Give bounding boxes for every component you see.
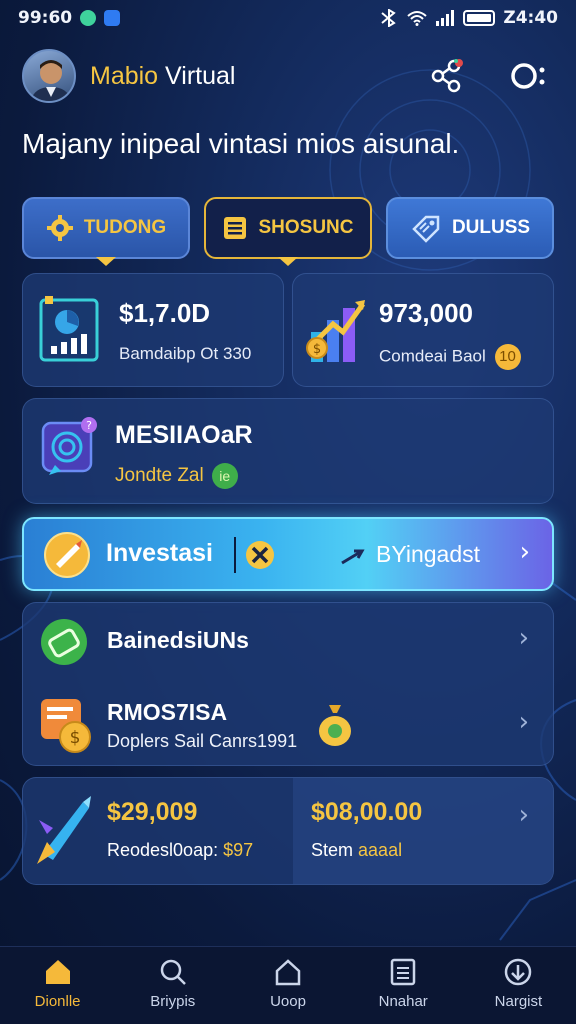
stat-card-growth[interactable]: $ 973,000 Comdeai Baol 10 [292, 273, 554, 387]
avatar[interactable] [22, 49, 76, 103]
message-title: MESIIAOaR [115, 421, 253, 449]
message-subtitle-text: Jondte Zal [115, 465, 204, 486]
tab-indicator-active [278, 257, 298, 266]
status-time: 99:60 [18, 8, 73, 28]
svg-text:$: $ [313, 342, 321, 357]
message-badge: ie [211, 463, 238, 489]
list-item-balances[interactable]: BainedsiUNs › [23, 603, 553, 681]
summary-right-value: $08,00.00 [311, 798, 423, 826]
house-outline-icon [275, 959, 301, 986]
summary-right-panel [293, 778, 553, 884]
tab-tudong[interactable]: TUDONG [22, 197, 190, 266]
settings-menu-icon[interactable] [510, 61, 546, 91]
document-list-icon [224, 217, 247, 239]
nav-label-nnahar: Nnahar [378, 993, 428, 1010]
list-item-rmos[interactable]: $ RMOS7ISA Doplers Sail Canrs1991 › [23, 685, 553, 767]
tag-icon [412, 215, 440, 243]
download-circle-icon [505, 958, 532, 986]
tab-bar: TUDONG SHOSUNC DULUSS [22, 197, 554, 266]
svg-text:?: ? [86, 419, 92, 432]
summary-right-subtitle-text: Stem [311, 840, 354, 860]
analytics-board-icon [39, 296, 99, 362]
invest-divider [234, 537, 236, 573]
summary-left-subtitle-text: Reodesl0oap: [107, 840, 219, 860]
arrow-right-icon [341, 549, 365, 565]
stat-card-balance[interactable]: $1,7.0D Bamdaibp Ot 330 [22, 273, 284, 387]
stat-growth-value: 973,000 [379, 298, 473, 328]
stat-growth-subtitle: Comdeai Baol 10 [379, 344, 521, 370]
growth-chart-icon: $ [306, 300, 366, 362]
summary-left-highlight: $97 [223, 840, 254, 860]
tab-shosunc-label: SHOSUNC [258, 217, 354, 238]
home-icon [45, 960, 70, 984]
nav-label-home: Dionlle [34, 993, 81, 1010]
chevron-right-icon: › [518, 623, 529, 653]
wallet-icon [41, 619, 87, 665]
svg-text:$: $ [70, 728, 81, 748]
list-card: BainedsiUNs › $ RMOS7ISA Doplers Sail Ca… [22, 602, 554, 766]
bottom-navigation: Dionlle Briypis Uoop Nnahar Nargist [0, 946, 576, 1024]
share-network-icon[interactable] [430, 59, 464, 93]
page-headline: Majany inipeal vintasi mios aisunal. [22, 128, 460, 159]
tab-tudong-label: TUDONG [83, 217, 167, 238]
chevron-right-icon: › [518, 707, 529, 737]
nav-item-search[interactable]: Briypis [115, 947, 230, 1024]
battery-icon [463, 10, 496, 26]
nav-item-uoop[interactable]: Uoop [230, 947, 345, 1024]
tools-icon [246, 541, 274, 569]
list-item-rmos-title: RMOS7ISA [107, 699, 228, 725]
list-item-balances-title: BainedsiUNs [107, 627, 249, 653]
app-name-suffix: Virtual [165, 61, 236, 90]
money-bag-icon [319, 705, 351, 746]
list-icon [390, 958, 416, 986]
invoice-coin-icon: $ [41, 699, 91, 753]
app-name: Mabio Virtual [90, 62, 235, 91]
nav-label-uoop: Uoop [270, 993, 306, 1010]
stat-balance-subtitle: Bamdaibp Ot 330 [119, 344, 252, 363]
tab-indicator [96, 257, 116, 266]
summary-right-highlight: aaaal [358, 840, 403, 860]
message-card[interactable]: ? MESIIAOaR Jondte Zal ie [22, 398, 554, 504]
invest-button[interactable]: Investasi BYingadst › [22, 517, 554, 591]
tab-duluss-label: DULUSS [451, 217, 531, 238]
search-icon [160, 959, 186, 985]
bluetooth-icon [381, 9, 397, 27]
chat-target-icon: ? [41, 417, 97, 475]
nav-item-nnahar[interactable]: Nnahar [346, 947, 461, 1024]
nav-label-nargist: Nargist [494, 993, 543, 1010]
nav-label-search: Briypis [150, 993, 196, 1010]
settings-gear-icon [46, 215, 73, 241]
tab-shosunc[interactable]: SHOSUNC [204, 197, 372, 266]
rocket-icon [37, 796, 91, 864]
stat-balance-value: $1,7.0D [119, 298, 211, 328]
summary-right-subtitle: Stem aaaal [311, 840, 402, 861]
nav-item-home[interactable]: Dionlle [0, 947, 115, 1024]
invest-right-label: BYingadst [376, 541, 480, 567]
rocket-coin-icon [44, 532, 90, 578]
stat-growth-subtitle-text: Comdeai Baol [379, 346, 486, 366]
coin-badge: 10 [494, 344, 521, 370]
status-bar: 99:60 Z4:40 [0, 0, 576, 36]
signal-icon [436, 10, 455, 26]
invest-chevron-icon: › [519, 537, 530, 567]
chevron-right-icon: › [518, 800, 529, 830]
notification-app-icon [80, 10, 97, 26]
app-name-brand: Mabio [90, 61, 159, 90]
status-time-right: Z4:40 [503, 8, 558, 28]
message-subtitle: Jondte Zal ie [115, 463, 238, 489]
wifi-icon [407, 11, 428, 26]
app-header: Mabio Virtual [22, 48, 554, 104]
summary-left-subtitle: Reodesl0oap: $97 [107, 840, 253, 861]
summary-card[interactable]: $29,009 Reodesl0oap: $97 $08,00.00 Stem … [22, 777, 554, 885]
invest-label: Investasi [106, 539, 214, 567]
bluetooth-app-icon [104, 10, 121, 26]
tab-duluss[interactable]: DULUSS [386, 197, 554, 259]
nav-item-nargist[interactable]: Nargist [461, 947, 576, 1024]
summary-left-value: $29,009 [107, 798, 198, 826]
list-item-rmos-subtitle: Doplers Sail Canrs1991 [107, 731, 298, 751]
user-portrait-icon [30, 60, 72, 101]
